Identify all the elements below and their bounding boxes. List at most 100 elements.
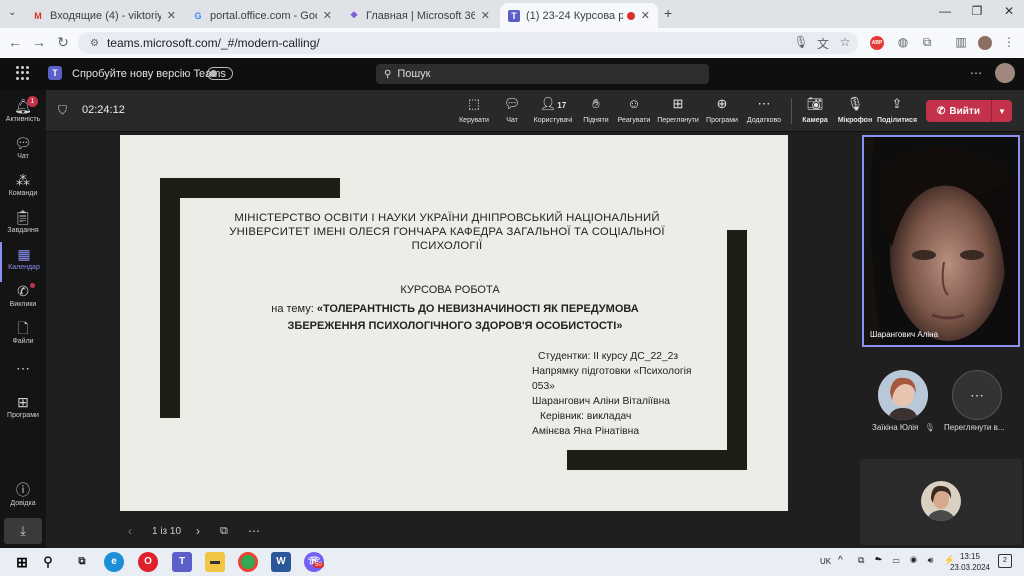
browser-tab-teams[interactable]: T (1) 23-24 Курсова робота ✕ (500, 3, 658, 28)
rail-item-assignments[interactable]: 📋︎ Завдання (0, 205, 46, 245)
view-more-label: Переглянути в... (944, 423, 1005, 432)
next-slide-icon[interactable]: › (196, 524, 200, 538)
more-icon: ⋯ (16, 360, 30, 376)
teams-icon[interactable]: T (172, 552, 192, 572)
rail-item-activity[interactable]: 🔔︎ 1 Активність (0, 94, 46, 134)
bookmark-star-icon[interactable]: ☆ (836, 35, 854, 49)
windows-taskbar: ⊞ ⚲ ⧉ e O T ▬ W ☏ 50 UK ^ ⧉ ☁ ▭ ◉ 🔊︎ ⚡ 1… (0, 548, 1024, 576)
slide-more-icon[interactable]: ⋯ (248, 524, 260, 538)
vpn-icon[interactable]: ◍ (894, 35, 912, 49)
rail-item-teams[interactable]: ⁂ Команди (0, 168, 46, 208)
status-dot (30, 283, 35, 288)
leave-label: Вийти (949, 105, 980, 117)
slide-supervisor: Керівник: викладач (540, 411, 632, 422)
clock-date: 23.03.2024 (949, 563, 991, 572)
people-count: 17 (557, 101, 567, 110)
app-launcher-icon[interactable] (16, 66, 30, 80)
rail-label: Виклики (9, 301, 37, 308)
browser-tab-gmail[interactable]: M Входящие (4) - viktoriya.lazaren ✕ (24, 3, 184, 28)
word-icon[interactable]: W (271, 552, 291, 572)
topic-line-2: ЗБЕРЕЖЕННЯ ПСИХОЛОГІЧНОГО ЗДОРОВ'Я ОСОБИ… (287, 320, 623, 332)
rail-item-chat[interactable]: 💬︎ Чат (0, 131, 46, 171)
windows-start-icon[interactable]: ⊞ (12, 552, 32, 572)
chevron-down-icon[interactable]: ▼ (992, 107, 1012, 116)
teams-icon: T (508, 9, 520, 22)
try-new-teams-label: Спробуйте нову версію Teams (72, 68, 226, 80)
rail-item-calls[interactable]: ✆ Виклики (0, 279, 46, 319)
search-icon: ⚲ (384, 68, 392, 80)
download-app-button[interactable]: ⤓ (4, 518, 42, 544)
search-input[interactable]: ⚲ Пошук (376, 64, 709, 84)
gmail-icon: M (34, 10, 42, 21)
system-clock[interactable]: 13:15 23.03.2024 (945, 551, 995, 573)
rail-label: Календар (8, 264, 40, 271)
sidepanel-icon[interactable]: ▥ (952, 35, 970, 49)
notification-icon[interactable]: 2 (998, 554, 1012, 568)
browser-tab-m365[interactable]: ❖ Главная | Microsoft 365 ✕ (340, 3, 498, 28)
rail-item-calendar[interactable]: ▦ Календар (0, 242, 46, 282)
tray-icons[interactable]: ⧉ ☁ ▭ ◉ 🔊︎ ⚡ (858, 555, 959, 566)
browser-tab-strip: ⌄ M Входящие (4) - viktoriya.lazaren ✕ G… (0, 0, 1024, 28)
m365-icon: ❖ (349, 10, 359, 20)
video-tile-participant[interactable] (860, 459, 1022, 545)
participant-name-text: Заїкіна Юлія (872, 423, 919, 432)
topic-line-1: «ТОЛЕРАНТНІСТЬ ДО НЕВИЗНАЧИНОСТІ ЯК ПЕРЕ… (316, 303, 639, 315)
maximize-icon[interactable]: ❐ (966, 4, 988, 18)
mic-icon[interactable]: 🎙 (792, 35, 810, 49)
prev-slide-icon[interactable]: ‹ (128, 524, 132, 538)
view-more-button[interactable]: ⋯ (952, 370, 1002, 420)
minimize-icon[interactable]: — (934, 4, 956, 18)
user-avatar[interactable] (995, 63, 1015, 83)
adblock-icon[interactable]: ABP (870, 36, 884, 50)
profile-avatar[interactable] (978, 36, 992, 50)
new-teams-toggle[interactable] (207, 67, 233, 80)
reload-icon[interactable]: ↻ (54, 34, 72, 51)
rail-more[interactable]: ⋯ (0, 356, 46, 376)
menu-icon[interactable]: ⋮ (1000, 35, 1018, 49)
search-icon[interactable]: ⚲ (38, 552, 58, 572)
clock-time: 13:15 (959, 552, 981, 561)
tab-list-dropdown-icon[interactable]: ⌄ (8, 7, 16, 18)
chrome-icon[interactable] (238, 552, 258, 572)
back-icon[interactable]: ← (6, 34, 24, 50)
rail-item-files[interactable]: 🗋 Файли (0, 316, 46, 356)
leave-button[interactable]: ✆ Вийти ▼ (926, 100, 1012, 122)
more-options-icon[interactable]: ⋯ (970, 66, 982, 80)
share-button[interactable]: ⇪ Поділитися (869, 96, 925, 124)
video-tile-self[interactable]: Шарангович Аліна (862, 135, 1020, 347)
slide-course-title: КУРСОВА РОБОТА (400, 284, 500, 296)
forward-icon[interactable]: → (30, 34, 48, 50)
notification-badge: 1 (27, 96, 38, 107)
rail-item-help[interactable]: ⓘ Довідка (0, 478, 46, 518)
edge-icon[interactable]: e (104, 552, 124, 572)
slide-sync-icon[interactable]: ⧉ (220, 525, 228, 538)
calendar-icon: ▦ (17, 246, 31, 262)
file-icon: 🗋 (17, 320, 29, 336)
close-icon[interactable]: ✕ (641, 9, 650, 22)
close-icon[interactable]: ✕ (481, 9, 490, 22)
tab-label: portal.office.com - Google Sear (210, 9, 317, 22)
close-icon[interactable]: ✕ (167, 9, 176, 22)
language-indicator[interactable]: UK (820, 557, 831, 566)
participant-avatar[interactable] (878, 370, 928, 420)
close-window-icon[interactable]: ✕ (998, 4, 1020, 18)
task-view-icon[interactable]: ⧉ (72, 552, 92, 572)
slide-direction: Напрямку підготовки «Психологія (532, 366, 692, 377)
chevron-up-icon[interactable]: ^ (838, 555, 843, 566)
rail-label: Довідка (10, 500, 36, 507)
rail-label: Команди (8, 190, 38, 197)
opera-icon[interactable]: O (138, 552, 158, 572)
extensions-icon[interactable]: ⧉ (918, 35, 936, 50)
rail-item-apps[interactable]: ⊞ Програми (0, 390, 46, 430)
more-button[interactable]: ⋯ Додатково (736, 96, 792, 124)
address-bar[interactable]: ⚙ teams.microsoft.com/_#/modern-calling/ (78, 32, 858, 54)
site-info-icon[interactable]: ⚙ (90, 38, 99, 49)
new-tab-button[interactable]: + (664, 5, 672, 21)
participant-photo (878, 370, 928, 420)
participant-name: Шарангович Аліна (870, 330, 939, 339)
file-explorer-icon[interactable]: ▬ (205, 552, 225, 572)
translate-icon[interactable]: 文 (814, 35, 832, 52)
browser-tab-google[interactable]: G portal.office.com - Google Sear ✕ (184, 3, 340, 28)
close-icon[interactable]: ✕ (323, 9, 332, 22)
bell-icon: 🔔︎ (14, 98, 32, 114)
